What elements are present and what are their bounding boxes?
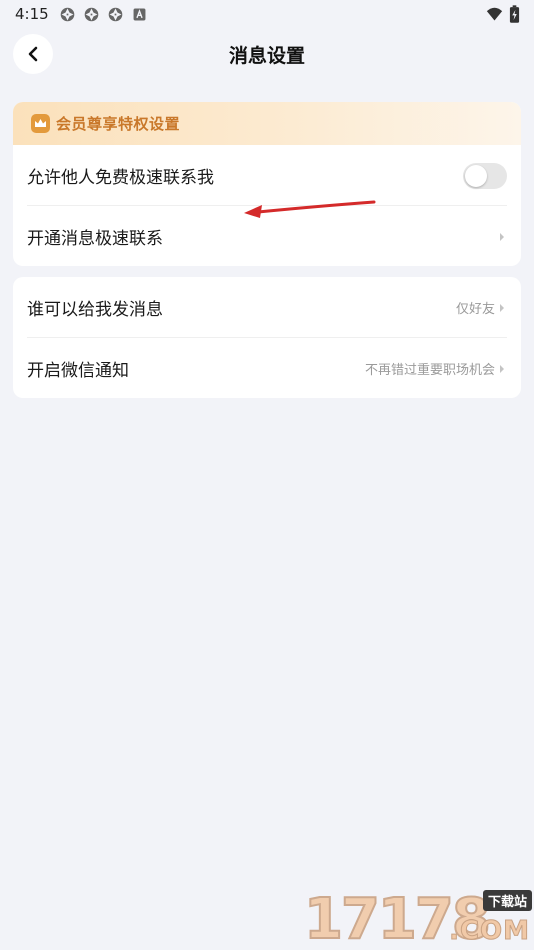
page-title: 消息设置 (228, 45, 305, 67)
aperture-icon (108, 7, 123, 22)
aperture-icon (84, 7, 99, 22)
enable-fast-contact-label: 开通消息极速联系 (27, 229, 163, 249)
allow-free-contact-toggle[interactable] (463, 162, 507, 189)
header: 消息设置 (0, 28, 534, 84)
row-right: 不再错过重要职场机会 (365, 338, 505, 398)
chevron-right-icon (500, 364, 504, 373)
system-icons (486, 5, 520, 24)
wechat-notify-value: 不再错过重要职场机会 (364, 363, 495, 378)
watermark-logo: 17178 下载站 .COM (303, 888, 534, 950)
chevron-right-icon (500, 303, 504, 312)
screen: 4:15 消息设置 会员尊享特权设置 允许他人免费极速联系我 开通消息极速联系 … (0, 0, 534, 950)
row-right: 仅好友 (456, 277, 505, 338)
status-time: 4:15 (15, 5, 49, 23)
vip-banner: 会员尊享特权设置 (13, 102, 521, 145)
wifi-icon (486, 7, 503, 21)
who-can-message-label: 谁可以给我发消息 (27, 300, 163, 320)
crown-icon (31, 114, 50, 133)
red-arrow-annotation (244, 200, 376, 218)
toggle-knob (465, 164, 487, 187)
who-can-message-value: 仅好友 (455, 302, 495, 317)
chevron-right-icon (500, 232, 504, 241)
vip-section-title: 会员尊享特权设置 (56, 115, 181, 133)
watermark-suffix: .COM (449, 916, 530, 947)
allow-free-contact-label: 允许他人免费极速联系我 (27, 168, 214, 188)
wechat-notify-row[interactable]: 开启微信通知 不再错过重要职场机会 (13, 338, 521, 398)
vip-settings-card: 会员尊享特权设置 允许他人免费极速联系我 开通消息极速联系 (13, 102, 521, 266)
notification-icons (59, 6, 148, 23)
row-right (499, 206, 505, 266)
status-bar: 4:15 (0, 0, 534, 28)
font-a-icon (133, 8, 146, 21)
message-settings-card: 谁可以给我发消息 仅好友 开启微信通知 不再错过重要职场机会 (13, 277, 521, 398)
aperture-icon (60, 7, 75, 22)
wechat-notify-label: 开启微信通知 (27, 361, 129, 381)
who-can-message-row[interactable]: 谁可以给我发消息 仅好友 (13, 277, 521, 338)
watermark-badge: 下载站 (482, 890, 532, 911)
battery-charging-icon (509, 5, 520, 23)
